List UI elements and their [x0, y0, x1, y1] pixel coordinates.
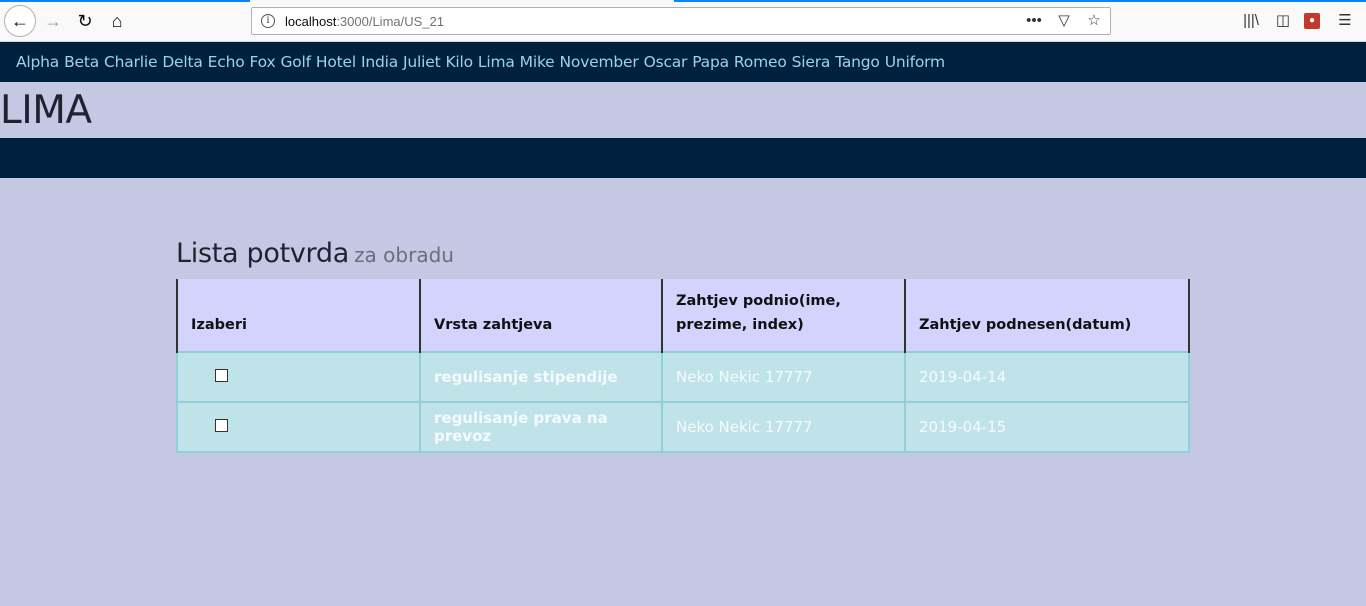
- table-row: regulisanje prava na prevoz Neko Nekic 1…: [176, 401, 1190, 453]
- home-icon[interactable]: ⌂: [102, 6, 132, 36]
- menu-icon[interactable]: ☰: [1334, 10, 1356, 32]
- nav-link-papa[interactable]: Papa: [692, 53, 729, 71]
- back-icon[interactable]: ←: [4, 5, 36, 37]
- nav-link-uniform[interactable]: Uniform: [885, 53, 945, 71]
- url-host: localhost: [285, 13, 337, 29]
- nav-link-india[interactable]: India: [361, 53, 398, 71]
- nav-link-tango[interactable]: Tango: [835, 53, 880, 71]
- row-checkbox[interactable]: [215, 369, 228, 382]
- submitter-cell: Neko Nekic 17777: [661, 351, 906, 403]
- tab-accent: [674, 0, 1366, 2]
- column-header-submitter: Zahtjev podnio(ime, prezime, index): [661, 279, 906, 352]
- nav-link-mike[interactable]: Mike: [520, 53, 555, 71]
- nav-link-november[interactable]: November: [560, 53, 639, 71]
- page-title: LIMA: [0, 88, 92, 133]
- nav-link-juliet[interactable]: Juliet: [403, 53, 441, 71]
- nav-link-romeo[interactable]: Romeo: [734, 53, 787, 71]
- pocket-icon[interactable]: ▽: [1054, 11, 1074, 29]
- column-header-date: Zahtjev podnesen(datum): [904, 279, 1190, 352]
- nav-link-lima[interactable]: Lima: [478, 53, 515, 71]
- url-bar[interactable]: i localhost:3000/Lima/US_21 ••• ▽ ☆: [251, 7, 1111, 35]
- nav-link-beta[interactable]: Beta: [64, 53, 99, 71]
- table-row: regulisanje stipendije Neko Nekic 17777 …: [176, 351, 1190, 403]
- nav-link-delta[interactable]: Delta: [162, 53, 203, 71]
- nav-link-echo[interactable]: Echo: [208, 53, 245, 71]
- submitter-cell: Neko Nekic 17777: [661, 401, 906, 453]
- column-header-request-type: Vrsta zahtjeva: [419, 279, 663, 352]
- more-icon[interactable]: •••: [1024, 12, 1044, 29]
- forward-icon[interactable]: →: [38, 6, 68, 36]
- requests-table: Izaberi Vrsta zahtjeva Zahtjev podnio(im…: [176, 279, 1190, 453]
- nav-link-siera[interactable]: Siera: [792, 53, 831, 71]
- select-cell: [176, 401, 421, 453]
- date-cell: 2019-04-15: [904, 401, 1190, 453]
- nav-link-alpha[interactable]: Alpha: [16, 53, 59, 71]
- top-navigation: Alpha Beta Charlie Delta Echo Fox Golf H…: [0, 42, 1366, 82]
- reload-icon[interactable]: ↻: [70, 6, 100, 36]
- request-type-cell: regulisanje prava na prevoz: [419, 401, 663, 453]
- browser-toolbar: ← → ↻ ⌂ i localhost:3000/Lima/US_21 ••• …: [0, 0, 1366, 42]
- library-icon[interactable]: |||\: [1240, 10, 1262, 32]
- nav-link-fox[interactable]: Fox: [250, 53, 276, 71]
- request-type-cell: regulisanje stipendije: [419, 351, 663, 403]
- info-icon[interactable]: i: [261, 14, 275, 28]
- nav-link-oscar[interactable]: Oscar: [644, 53, 688, 71]
- table-header-row: Izaberi Vrsta zahtjeva Zahtjev podnio(im…: [176, 279, 1190, 352]
- bookmark-star-icon[interactable]: ☆: [1084, 11, 1104, 29]
- header-band: [0, 138, 1366, 178]
- nav-link-kilo[interactable]: Kilo: [445, 53, 473, 71]
- nav-link-hotel[interactable]: Hotel: [316, 53, 356, 71]
- nav-link-charlie[interactable]: Charlie: [104, 53, 157, 71]
- date-cell: 2019-04-14: [904, 351, 1190, 403]
- column-header-select: Izaberi: [176, 279, 421, 352]
- section-title-main: Lista potvrda: [176, 238, 349, 269]
- tab-accent: [0, 0, 250, 2]
- extension-icon[interactable]: ●: [1304, 13, 1320, 29]
- select-cell: [176, 351, 421, 403]
- url-path: :3000/Lima/US_21: [336, 13, 444, 29]
- nav-link-golf[interactable]: Golf: [280, 53, 311, 71]
- sidebar-icon[interactable]: ◫: [1272, 10, 1294, 32]
- section-title: Lista potvrda za obradu: [176, 238, 454, 269]
- section-title-subtitle: za obradu: [354, 243, 454, 267]
- row-checkbox[interactable]: [215, 419, 228, 432]
